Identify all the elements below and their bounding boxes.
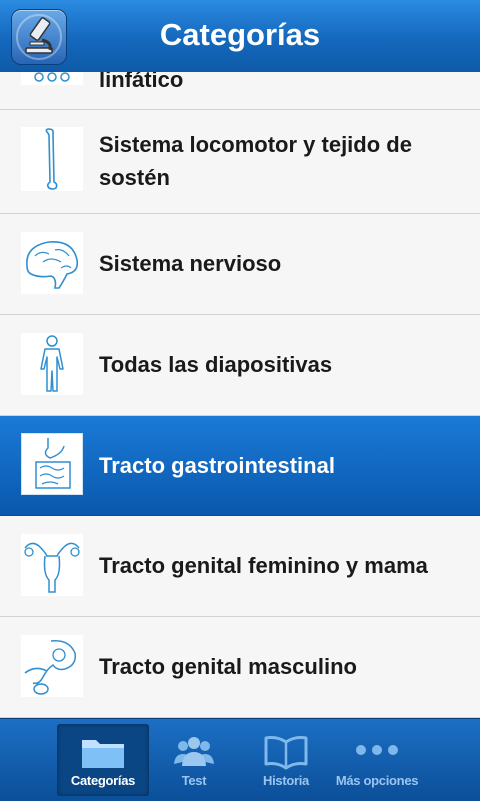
intestine-icon [21,433,83,495]
category-label: Todas las diapositivas [99,352,333,377]
tab-label: Test [181,773,207,788]
human-body-icon [21,333,83,395]
category-item-todas[interactable]: Todas las diapositivas [0,315,480,416]
uterus-icon [21,534,83,596]
category-label: Tracto genital feminino y mama [99,553,428,578]
category-item-femenino[interactable]: Tracto genital feminino y mama [0,516,480,617]
app-header: Categorías [0,0,480,73]
tab-label: Historia [262,773,309,788]
people-icon [174,737,214,766]
tab-categorias[interactable]: Categorías [57,724,149,796]
page-title: Categorías [159,17,321,52]
tab-mas-opciones[interactable]: Más opciones [330,724,424,796]
tab-label: Más opciones [335,773,419,788]
book-icon [264,736,308,770]
category-item-nervioso[interactable]: Sistema nervioso [0,214,480,315]
category-item-masculino[interactable]: Tracto genital masculino [0,617,480,718]
brain-icon [21,232,83,294]
more-dots-icon [356,745,398,755]
bone-icon [21,127,83,191]
tab-historia[interactable]: Historia [240,724,332,796]
category-item-linfatico[interactable]: linfático [0,72,480,110]
tab-label: Categorías [70,773,136,788]
category-label: linfático [99,72,184,92]
tab-test[interactable]: Test [148,724,240,796]
category-label: Tracto gastrointestinal [99,453,335,478]
category-label: Sistema nervioso [99,251,282,276]
category-item-locomotor[interactable]: Sistema locomotor y tejido de sostén [0,110,480,214]
category-label: Tracto genital masculino [99,654,357,679]
category-list[interactable]: linfático Sistema locomotor y tejido de … [0,72,480,718]
category-label: Sistema locomotor y tejido de sostén [99,132,412,190]
folder-icon [82,740,124,768]
lymph-nodes-icon [21,72,83,85]
tab-bar: Categorías Test Historia Más opciones [0,718,480,801]
male-genital-icon [21,635,83,697]
category-item-gastrointestinal[interactable]: Tracto gastrointestinal [0,416,480,516]
